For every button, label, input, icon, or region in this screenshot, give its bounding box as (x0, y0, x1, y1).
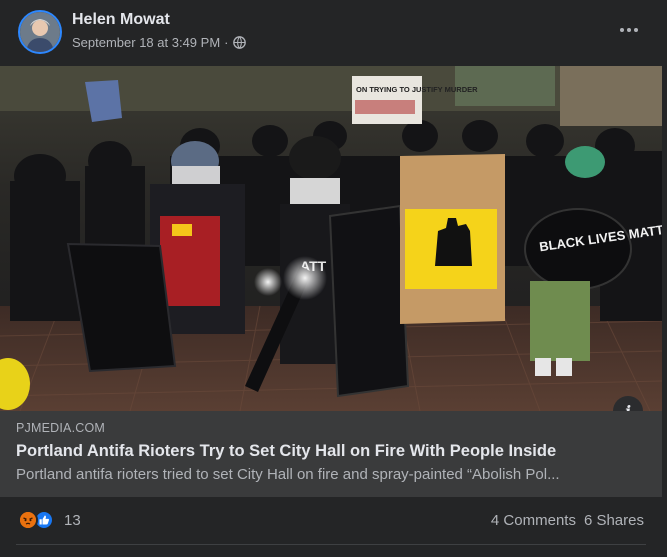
avatar-image (20, 12, 60, 52)
comments-count[interactable]: 4 Comments (491, 512, 576, 529)
author-name[interactable]: Helen Mowat (72, 11, 170, 29)
post-meta: September 18 at 3:49 PM · (72, 35, 246, 50)
globe-icon[interactable] (232, 36, 246, 49)
footer-divider (16, 544, 646, 545)
post-photo[interactable]: ATT ON TRYING TO JUSTIFY MURDER BLACK LI… (0, 66, 662, 411)
post-header: Helen Mowat September 18 at 3:49 PM · (0, 0, 667, 66)
post-timestamp[interactable]: September 18 at 3:49 PM (72, 35, 220, 50)
facebook-post: Helen Mowat September 18 at 3:49 PM · ON… (0, 0, 667, 557)
meta-separator: · (224, 35, 229, 50)
post-stats: 4 Comments 6 Shares (491, 512, 644, 529)
link-preview[interactable]: PJMEDIA.COM Portland Antifa Rioters Try … (0, 411, 662, 497)
angry-reaction-icon (18, 510, 38, 530)
shares-count[interactable]: 6 Shares (584, 512, 644, 529)
link-description: Portland antifa rioters tried to set Cit… (16, 466, 560, 483)
link-title[interactable]: Portland Antifa Rioters Try to Set City … (16, 442, 646, 461)
author-avatar[interactable] (18, 10, 62, 54)
reactions-summary[interactable]: 13 (18, 510, 81, 530)
protest-photo: ATT ON TRYING TO JUSTIFY MURDER BLACK LI… (0, 66, 662, 411)
top-sign-text: ON TRYING TO JUSTIFY MURDER (356, 85, 478, 94)
post-footer: 13 4 Comments 6 Shares (0, 497, 662, 545)
link-domain: PJMEDIA.COM (16, 421, 106, 435)
more-options-icon[interactable] (611, 14, 647, 46)
reaction-count: 13 (64, 511, 81, 529)
